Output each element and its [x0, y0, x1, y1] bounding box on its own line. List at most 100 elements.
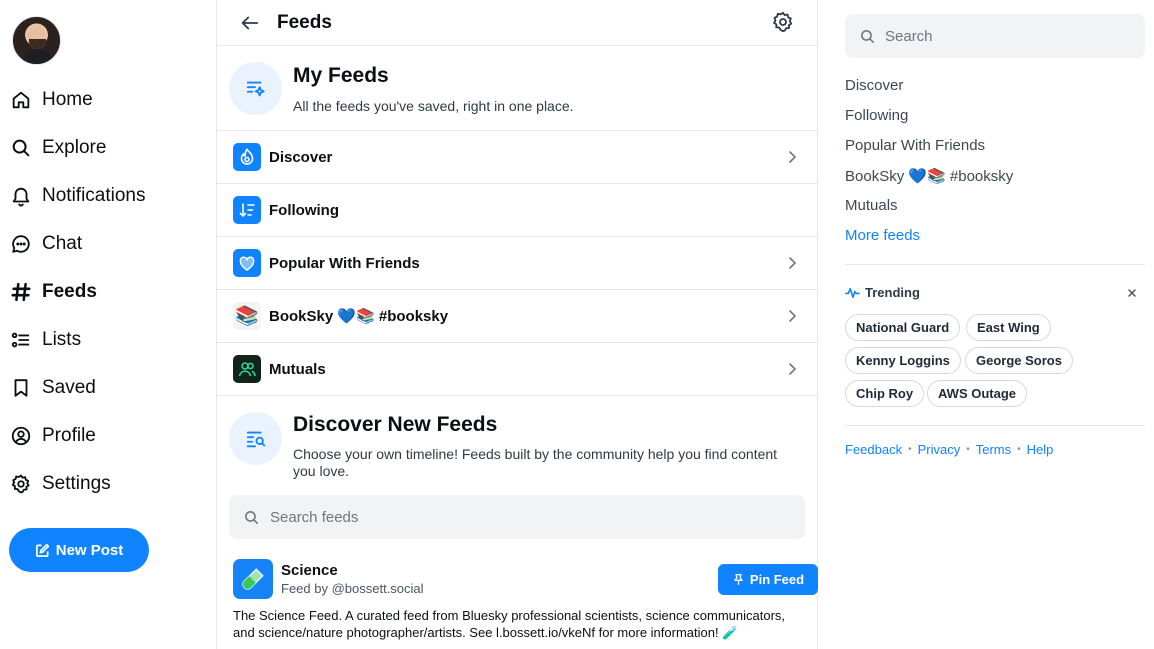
test-tube-icon: [233, 559, 273, 599]
feed-link-discover[interactable]: Discover: [845, 77, 903, 94]
search-field[interactable]: [845, 14, 1145, 58]
feed-card-description: The Science Feed. A curated feed from Bl…: [233, 608, 786, 640]
trending-pulse-icon: [845, 287, 860, 298]
page-title: Feeds: [277, 11, 332, 33]
home-icon: [12, 91, 30, 109]
feed-row-mutuals[interactable]: Mutuals: [217, 343, 817, 396]
nav-item-chat[interactable]: Chat: [10, 228, 82, 260]
main-column: Feeds My Feeds All the feeds you've save…: [216, 0, 818, 649]
back-button[interactable]: [237, 10, 263, 36]
chevron-right-icon: [789, 363, 797, 375]
search-icon: [245, 510, 258, 524]
bell-icon: [12, 187, 30, 207]
search-input[interactable]: [885, 27, 1125, 45]
list-icon: [11, 332, 30, 348]
search-icon: [861, 29, 874, 43]
new-post-label: New Post: [55, 541, 124, 559]
nav-label-chat: Chat: [42, 233, 83, 254]
trending-chip[interactable]: Chip Roy: [845, 380, 925, 407]
footer-help-link[interactable]: Help: [1027, 442, 1054, 457]
search-feeds-input[interactable]: [270, 508, 770, 526]
feed-link-booksky[interactable]: BookSky 💙📚 #booksky: [845, 167, 1013, 185]
footer-terms-link[interactable]: Terms: [976, 442, 1011, 457]
discover-new-feeds-header: Discover New Feeds Choose your own timel…: [217, 396, 817, 496]
hash-icon: [11, 282, 31, 302]
nav-item-settings[interactable]: Settings: [10, 468, 111, 500]
feed-label-following: Following: [269, 201, 339, 219]
page-header: Feeds: [217, 0, 817, 46]
feed-label-booksky: BookSky 💙📚 #booksky: [269, 308, 449, 325]
nav-label-saved: Saved: [42, 377, 96, 398]
feed-link-popular-with-friends[interactable]: Popular With Friends: [845, 137, 985, 154]
nav-item-feeds[interactable]: Feeds: [10, 276, 97, 308]
discover-new-feeds-title: Discover New Feeds: [293, 413, 498, 436]
discover-new-feeds-subtitle: Choose your own timeline! Feeds built by…: [293, 446, 778, 479]
nav-label-lists: Lists: [42, 329, 82, 350]
feed-sparkle-icon: [246, 81, 265, 96]
nav-item-explore[interactable]: Explore: [10, 132, 106, 164]
following-feed-icon: [233, 196, 261, 224]
feed-search-icon: [246, 431, 265, 447]
feed-row-booksky[interactable]: 📚 BookSky 💙📚 #booksky: [217, 290, 817, 343]
nav-item-profile[interactable]: Profile: [10, 420, 96, 452]
pin-icon: [734, 573, 743, 585]
feed-link-following[interactable]: Following: [845, 107, 908, 124]
bookmark-icon: [14, 379, 28, 397]
nav-label-explore: Explore: [42, 137, 107, 158]
feed-row-following[interactable]: Following: [217, 184, 817, 237]
trending-chip[interactable]: Kenny Loggins: [845, 347, 961, 374]
footer-privacy-link[interactable]: Privacy: [918, 442, 961, 457]
divider: [845, 425, 1145, 426]
footer-links: Feedback • Privacy • Terms • Help: [845, 442, 1053, 457]
feed-card-name: Science: [281, 562, 338, 579]
divider: [845, 264, 1145, 265]
feed-card-author: Feed by @bossett.social: [281, 581, 424, 596]
separator-dot: •: [966, 444, 970, 455]
footer-feedback-link[interactable]: Feedback: [845, 442, 902, 457]
separator-dot: •: [1017, 444, 1021, 455]
avatar[interactable]: [12, 16, 61, 65]
feed-settings-icon[interactable]: [771, 10, 795, 34]
trending-header: Trending: [845, 285, 920, 300]
trending-chip[interactable]: George Soros: [965, 347, 1073, 374]
nav-item-home[interactable]: Home: [10, 84, 93, 116]
my-feeds-icon-wrap: [229, 62, 282, 115]
left-sidebar: Home Explore Notifications Chat Feeds Li…: [0, 0, 216, 649]
nav-label-settings: Settings: [42, 473, 111, 494]
nav-label-notifications: Notifications: [42, 185, 146, 206]
feed-label-mutuals: Mutuals: [269, 360, 326, 378]
close-icon[interactable]: [1125, 286, 1139, 300]
nav-item-saved[interactable]: Saved: [10, 372, 96, 404]
search-icon: [12, 139, 30, 157]
gear-icon: [11, 474, 30, 494]
pin-feed-label: Pin Feed: [749, 572, 805, 587]
trending-chip[interactable]: AWS Outage: [927, 380, 1028, 407]
nav-label-feeds: Feeds: [42, 281, 97, 302]
trending-chip[interactable]: East Wing: [966, 314, 1051, 341]
chevron-right-icon: [789, 257, 797, 269]
separator-dot: •: [908, 444, 912, 455]
nav-label-profile: Profile: [42, 425, 96, 446]
chat-icon: [12, 235, 30, 253]
nav-item-notifications[interactable]: Notifications: [10, 180, 146, 212]
chevron-right-icon: [789, 310, 797, 322]
my-feeds-subtitle: All the feeds you've saved, right in one…: [293, 98, 574, 114]
new-post-button[interactable]: New Post: [9, 528, 149, 572]
feed-row-popular-with-friends[interactable]: Popular With Friends: [217, 237, 817, 290]
right-sidebar: Discover Following Popular With Friends …: [845, 0, 1145, 649]
pin-feed-button[interactable]: Pin Feed: [718, 564, 818, 595]
feed-row-discover[interactable]: Discover: [217, 131, 817, 184]
compose-icon: [35, 543, 49, 557]
feed-label-discover: Discover: [269, 148, 333, 166]
feed-link-mutuals[interactable]: Mutuals: [845, 197, 898, 214]
trending-chip[interactable]: National Guard: [845, 314, 961, 341]
search-feeds-field[interactable]: [229, 495, 805, 539]
chevron-right-icon: [789, 151, 797, 163]
books-feed-icon: 📚: [233, 302, 261, 330]
heart-feed-icon: [233, 249, 261, 277]
my-feeds-title: My Feeds: [293, 64, 389, 87]
nav-item-lists[interactable]: Lists: [10, 324, 81, 356]
discover-icon-wrap: [229, 412, 282, 465]
profile-icon: [11, 426, 31, 446]
more-feeds-link[interactable]: More feeds: [845, 227, 920, 244]
